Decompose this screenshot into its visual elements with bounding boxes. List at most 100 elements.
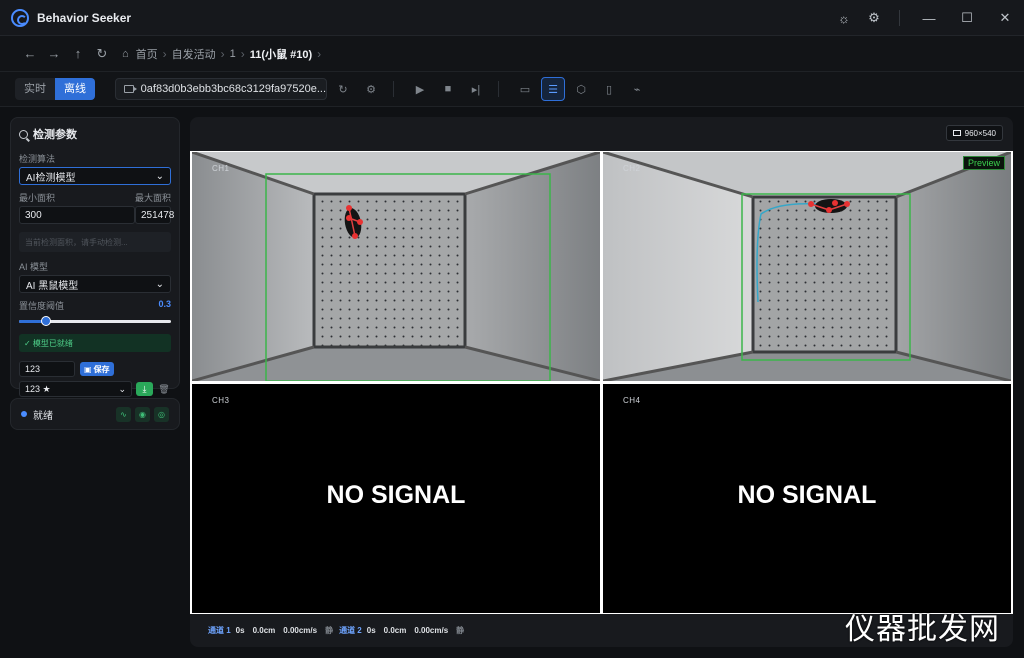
- refresh-icon[interactable]: ↻: [90, 46, 114, 62]
- algorithm-value: AI检测模型: [26, 172, 76, 184]
- preset-name-input[interactable]: 123: [19, 361, 75, 377]
- search-icon: [19, 129, 28, 139]
- chart-icon[interactable]: ⌁: [625, 77, 649, 101]
- ai-model-label: AI 模型: [19, 262, 49, 272]
- detect-area-hint-field[interactable]: 当前检测面积，请手动检测...: [19, 232, 171, 252]
- download-icon[interactable]: ⤓: [136, 382, 153, 396]
- video-area: 960×540 CH1 CH2 Preview CH3 NO SIGNAL CH…: [190, 117, 1013, 647]
- channel-2-view[interactable]: CH2 Preview: [603, 152, 1011, 381]
- preset-select-value: 123 ★: [25, 383, 51, 394]
- target-icon[interactable]: ◎: [154, 406, 169, 422]
- step-forward-icon[interactable]: ▸|: [464, 77, 488, 101]
- channel-4-view[interactable]: CH4 NO SIGNAL: [603, 384, 1011, 613]
- trash-icon[interactable]: 🗑: [157, 382, 171, 396]
- chevron-down-icon: ⌄: [118, 383, 126, 394]
- channel-1-stat-label: 通道 1: [208, 626, 231, 635]
- slider-thumb[interactable]: [41, 316, 52, 326]
- channel-2-stat-label: 通道 2: [339, 626, 362, 635]
- threshold-label: 置信度阈值: [19, 301, 65, 311]
- channel-1-distance: 0.0cm: [252, 626, 276, 635]
- resolution-badge: 960×540: [945, 125, 1003, 141]
- mode-switch: 实时 离线: [15, 78, 95, 100]
- channel-1-state: 静: [325, 626, 334, 635]
- title-bar: Behavior Seeker ☼ ⚙ — ☐ ✕: [0, 0, 1024, 36]
- stop-icon[interactable]: ■: [436, 77, 460, 101]
- source-settings-icon[interactable]: ⚙: [359, 77, 383, 101]
- status-card: 就绪 ∿ ◉ ◎: [10, 398, 180, 430]
- app-logo-icon: [11, 8, 29, 27]
- max-area-label: 最大面积: [134, 193, 171, 203]
- channel-2-speed: 0.00cm/s: [414, 626, 449, 635]
- breadcrumb-separator-icon: ›: [317, 46, 322, 61]
- breadcrumb-session[interactable]: 1: [225, 48, 241, 60]
- video-source-selector[interactable]: 0af83d0b3ebb3bc68c3129fa97520e...: [115, 78, 327, 100]
- eye-icon[interactable]: ◉: [135, 406, 150, 422]
- monitor-icon: [952, 130, 961, 136]
- minimize-icon[interactable]: —: [910, 0, 948, 36]
- mode-offline-button[interactable]: 离线: [55, 78, 95, 100]
- resolution-text: 960×540: [964, 128, 996, 138]
- no-signal-text: NO SIGNAL: [326, 481, 466, 509]
- channel-2-distance: 0.0cm: [383, 626, 407, 635]
- reload-icon[interactable]: ↻: [331, 77, 355, 101]
- save-disk-icon: ▣: [84, 364, 92, 374]
- hexagon-icon[interactable]: ⬡: [569, 77, 593, 101]
- preset-select[interactable]: 123 ★ ⌄: [19, 381, 132, 397]
- channel-2-label: CH2: [623, 164, 641, 173]
- channel-2-time: 0s: [366, 626, 376, 635]
- settings-gear-icon[interactable]: ⚙: [859, 0, 889, 36]
- breadcrumb: ⌂ 首页 › 自发活动 › 1 › 11(小鼠 #10) ›: [122, 46, 321, 62]
- app-title: Behavior Seeker: [37, 10, 132, 25]
- save-preset-button[interactable]: ▣ 保存: [80, 362, 114, 376]
- panel-title-text: 检测参数: [33, 129, 77, 141]
- video-camera-icon: [124, 85, 137, 93]
- play-icon[interactable]: ▶: [408, 77, 432, 101]
- status-dot: [21, 411, 27, 417]
- threshold-slider[interactable]: [19, 314, 171, 328]
- toolbar-divider: [498, 81, 499, 97]
- breadcrumb-activity[interactable]: 自发活动: [167, 46, 221, 62]
- min-area-input[interactable]: 300: [19, 206, 135, 224]
- video-source-id: 0af83d0b3ebb3bc68c3129fa97520e...: [140, 83, 326, 95]
- channel-1-view[interactable]: CH1: [192, 152, 600, 381]
- max-area-input[interactable]: 251478: [135, 206, 174, 224]
- no-signal-text: NO SIGNAL: [737, 481, 877, 509]
- watermark: 仪器批发网: [845, 612, 1000, 647]
- toolbar: 实时 离线 0af83d0b3ebb3bc68c3129fa97520e... …: [0, 72, 1024, 107]
- channel-1-speed: 0.00cm/s: [283, 626, 318, 635]
- ai-model-select[interactable]: AI 黑鼠模型 ⌄: [19, 275, 171, 293]
- model-ready-status: ✓ 模型已就绪: [19, 334, 171, 352]
- back-arrow-icon[interactable]: ←: [18, 46, 42, 61]
- close-icon[interactable]: ✕: [986, 0, 1024, 36]
- channel-grid: CH1 CH2 Preview CH3 NO SIGNAL CH4 NO SIG…: [190, 151, 1013, 614]
- sliders-icon[interactable]: ☰: [541, 77, 565, 101]
- titlebar-divider: [899, 10, 900, 26]
- toolbar-divider: [393, 81, 394, 97]
- min-area-label: 最小面积: [19, 193, 56, 203]
- ai-model-value: AI 黑鼠模型: [26, 280, 79, 292]
- rectangle-tool-icon[interactable]: ▭: [513, 77, 537, 101]
- preview-badge: Preview: [962, 156, 1005, 170]
- breadcrumb-current: 11(小鼠 #10): [249, 48, 313, 61]
- channel-3-label: CH3: [212, 396, 230, 405]
- maximize-icon[interactable]: ☐: [948, 0, 986, 36]
- threshold-value: 0.3: [158, 299, 171, 309]
- forward-arrow-icon[interactable]: →: [42, 46, 66, 61]
- document-icon[interactable]: ▯: [597, 77, 621, 101]
- algorithm-select[interactable]: AI检测模型 ⌄: [19, 167, 171, 185]
- channel-1-label: CH1: [212, 164, 230, 173]
- detection-params-panel: 检测参数 检测算法 AI检测模型 ⌄ 最小面积 最大面积 300 251478 …: [10, 117, 180, 397]
- home-icon: ⌂: [122, 47, 129, 60]
- mode-realtime-button[interactable]: 实时: [15, 78, 55, 100]
- channel-1-time: 0s: [235, 626, 245, 635]
- chevron-down-icon: ⌄: [155, 278, 164, 290]
- channel-1-frame: [192, 152, 600, 381]
- breadcrumb-home[interactable]: 首页: [131, 46, 163, 62]
- activity-icon[interactable]: ∿: [116, 406, 131, 422]
- channel-2-frame: [603, 152, 1011, 381]
- theme-toggle-icon[interactable]: ☼: [829, 0, 859, 36]
- save-label: 保存: [93, 364, 110, 374]
- channel-3-view[interactable]: CH3 NO SIGNAL: [192, 384, 600, 613]
- up-arrow-icon[interactable]: ↑: [66, 46, 90, 61]
- nav-bar: ← → ↑ ↻ ⌂ 首页 › 自发活动 › 1 › 11(小鼠 #10) ›: [0, 36, 1024, 72]
